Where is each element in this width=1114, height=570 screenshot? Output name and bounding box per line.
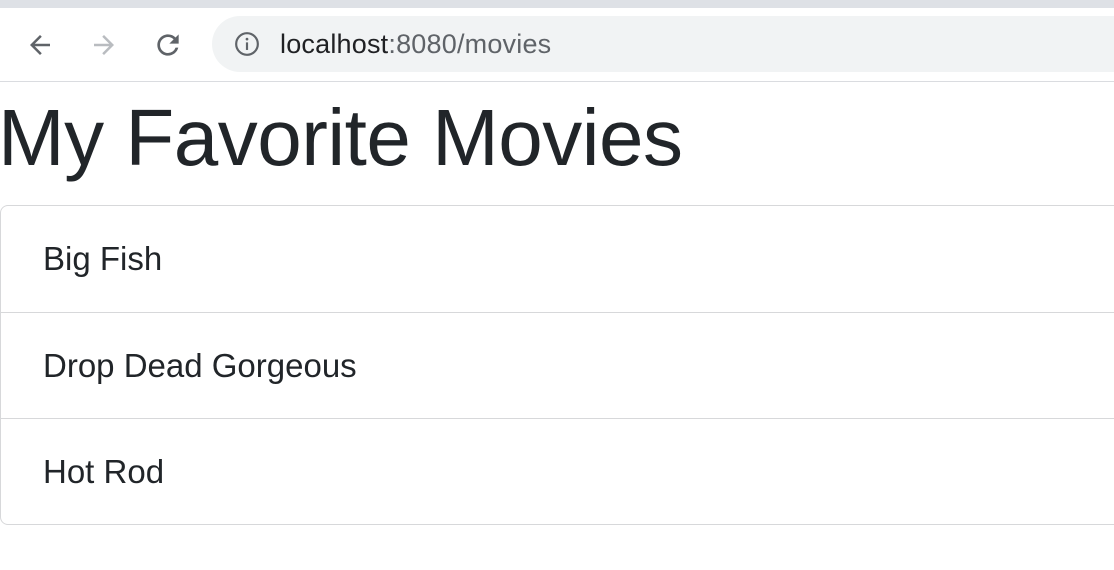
forward-arrow-icon [94,35,114,55]
url-text[interactable]: localhost:8080/movies [280,30,551,58]
page-content: My Favorite Movies Big Fish Drop Dead Go… [0,82,1114,570]
page-title: My Favorite Movies [0,93,683,182]
url-path: :8080/movies [388,29,552,59]
browser-tab-strip [0,0,1114,8]
list-item: Hot Rod [1,418,1114,524]
back-arrow-icon [30,35,50,55]
back-button[interactable] [20,25,60,65]
list-item: Big Fish [43,240,163,277]
browser-toolbar: localhost:8080/movies [0,8,1114,82]
reload-button[interactable] [148,25,188,65]
url-host: localhost [280,29,389,59]
list-item: Drop Dead Gorgeous [1,312,1114,418]
reload-icon [157,34,179,56]
info-icon[interactable] [234,31,260,57]
movie-list: Big Fish Drop Dead Gorgeous Hot Rod [0,205,1114,525]
address-bar[interactable]: localhost:8080/movies [212,16,1114,72]
forward-button[interactable] [84,25,124,65]
